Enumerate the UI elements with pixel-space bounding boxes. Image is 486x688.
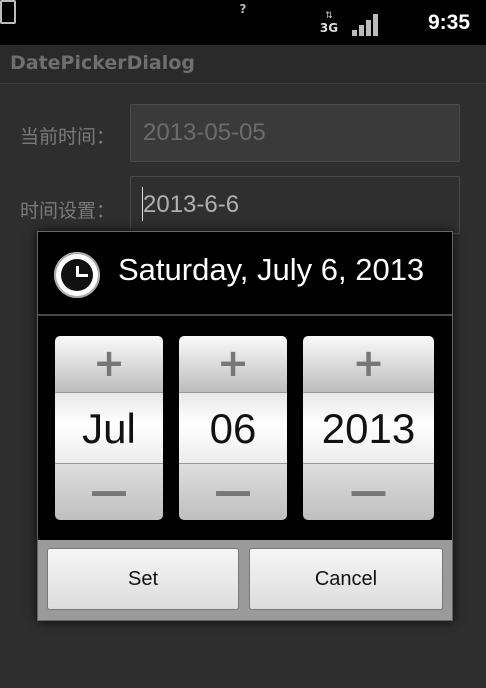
day-increment-button[interactable]: + [179,336,287,392]
date-spinners: + Jul — + 06 — + 2013 — [38,316,452,540]
current-time-field[interactable]: 2013-05-05 [130,104,460,162]
current-time-label: 当前时间： [20,126,116,148]
set-button[interactable]: Set [47,548,239,610]
day-spinner: + 06 — [179,336,287,520]
year-value[interactable]: 2013 [303,392,434,464]
cancel-button[interactable]: Cancel [249,548,443,610]
current-time-value: 2013-05-05 [143,119,266,146]
set-time-input[interactable]: 2013-6-6 [130,176,460,234]
month-decrement-button[interactable]: — [55,464,163,520]
network-label: 3G [319,21,339,35]
clock-icon [54,252,100,298]
dialog-button-bar: Set Cancel [38,540,452,620]
battery-label: ? [239,2,247,16]
month-increment-button[interactable]: + [55,336,163,392]
battery-icon: ? [0,0,246,24]
date-picker-dialog: Saturday, July 6, 2013 + Jul — + 06 — + … [37,231,453,621]
day-value[interactable]: 06 [179,392,287,464]
dialog-title: Saturday, July 6, 2013 [118,252,425,287]
year-spinner: + 2013 — [303,336,434,520]
app-title-bar: DatePickerDialog [0,45,486,84]
status-time: 9:35 [428,11,471,34]
year-increment-button[interactable]: + [303,336,434,392]
month-spinner: + Jul — [55,336,163,520]
set-time-label: 时间设置： [20,200,116,222]
dialog-header: Saturday, July 6, 2013 [38,232,452,316]
app-title: DatePickerDialog [10,52,195,74]
month-value[interactable]: Jul [55,392,163,464]
set-time-value: 2013-6-6 [143,191,240,218]
status-bar: ⇅ 3G ? 9:35 [0,0,486,45]
signal-icon [352,14,378,36]
day-decrement-button[interactable]: — [179,464,287,520]
year-decrement-button[interactable]: — [303,464,434,520]
